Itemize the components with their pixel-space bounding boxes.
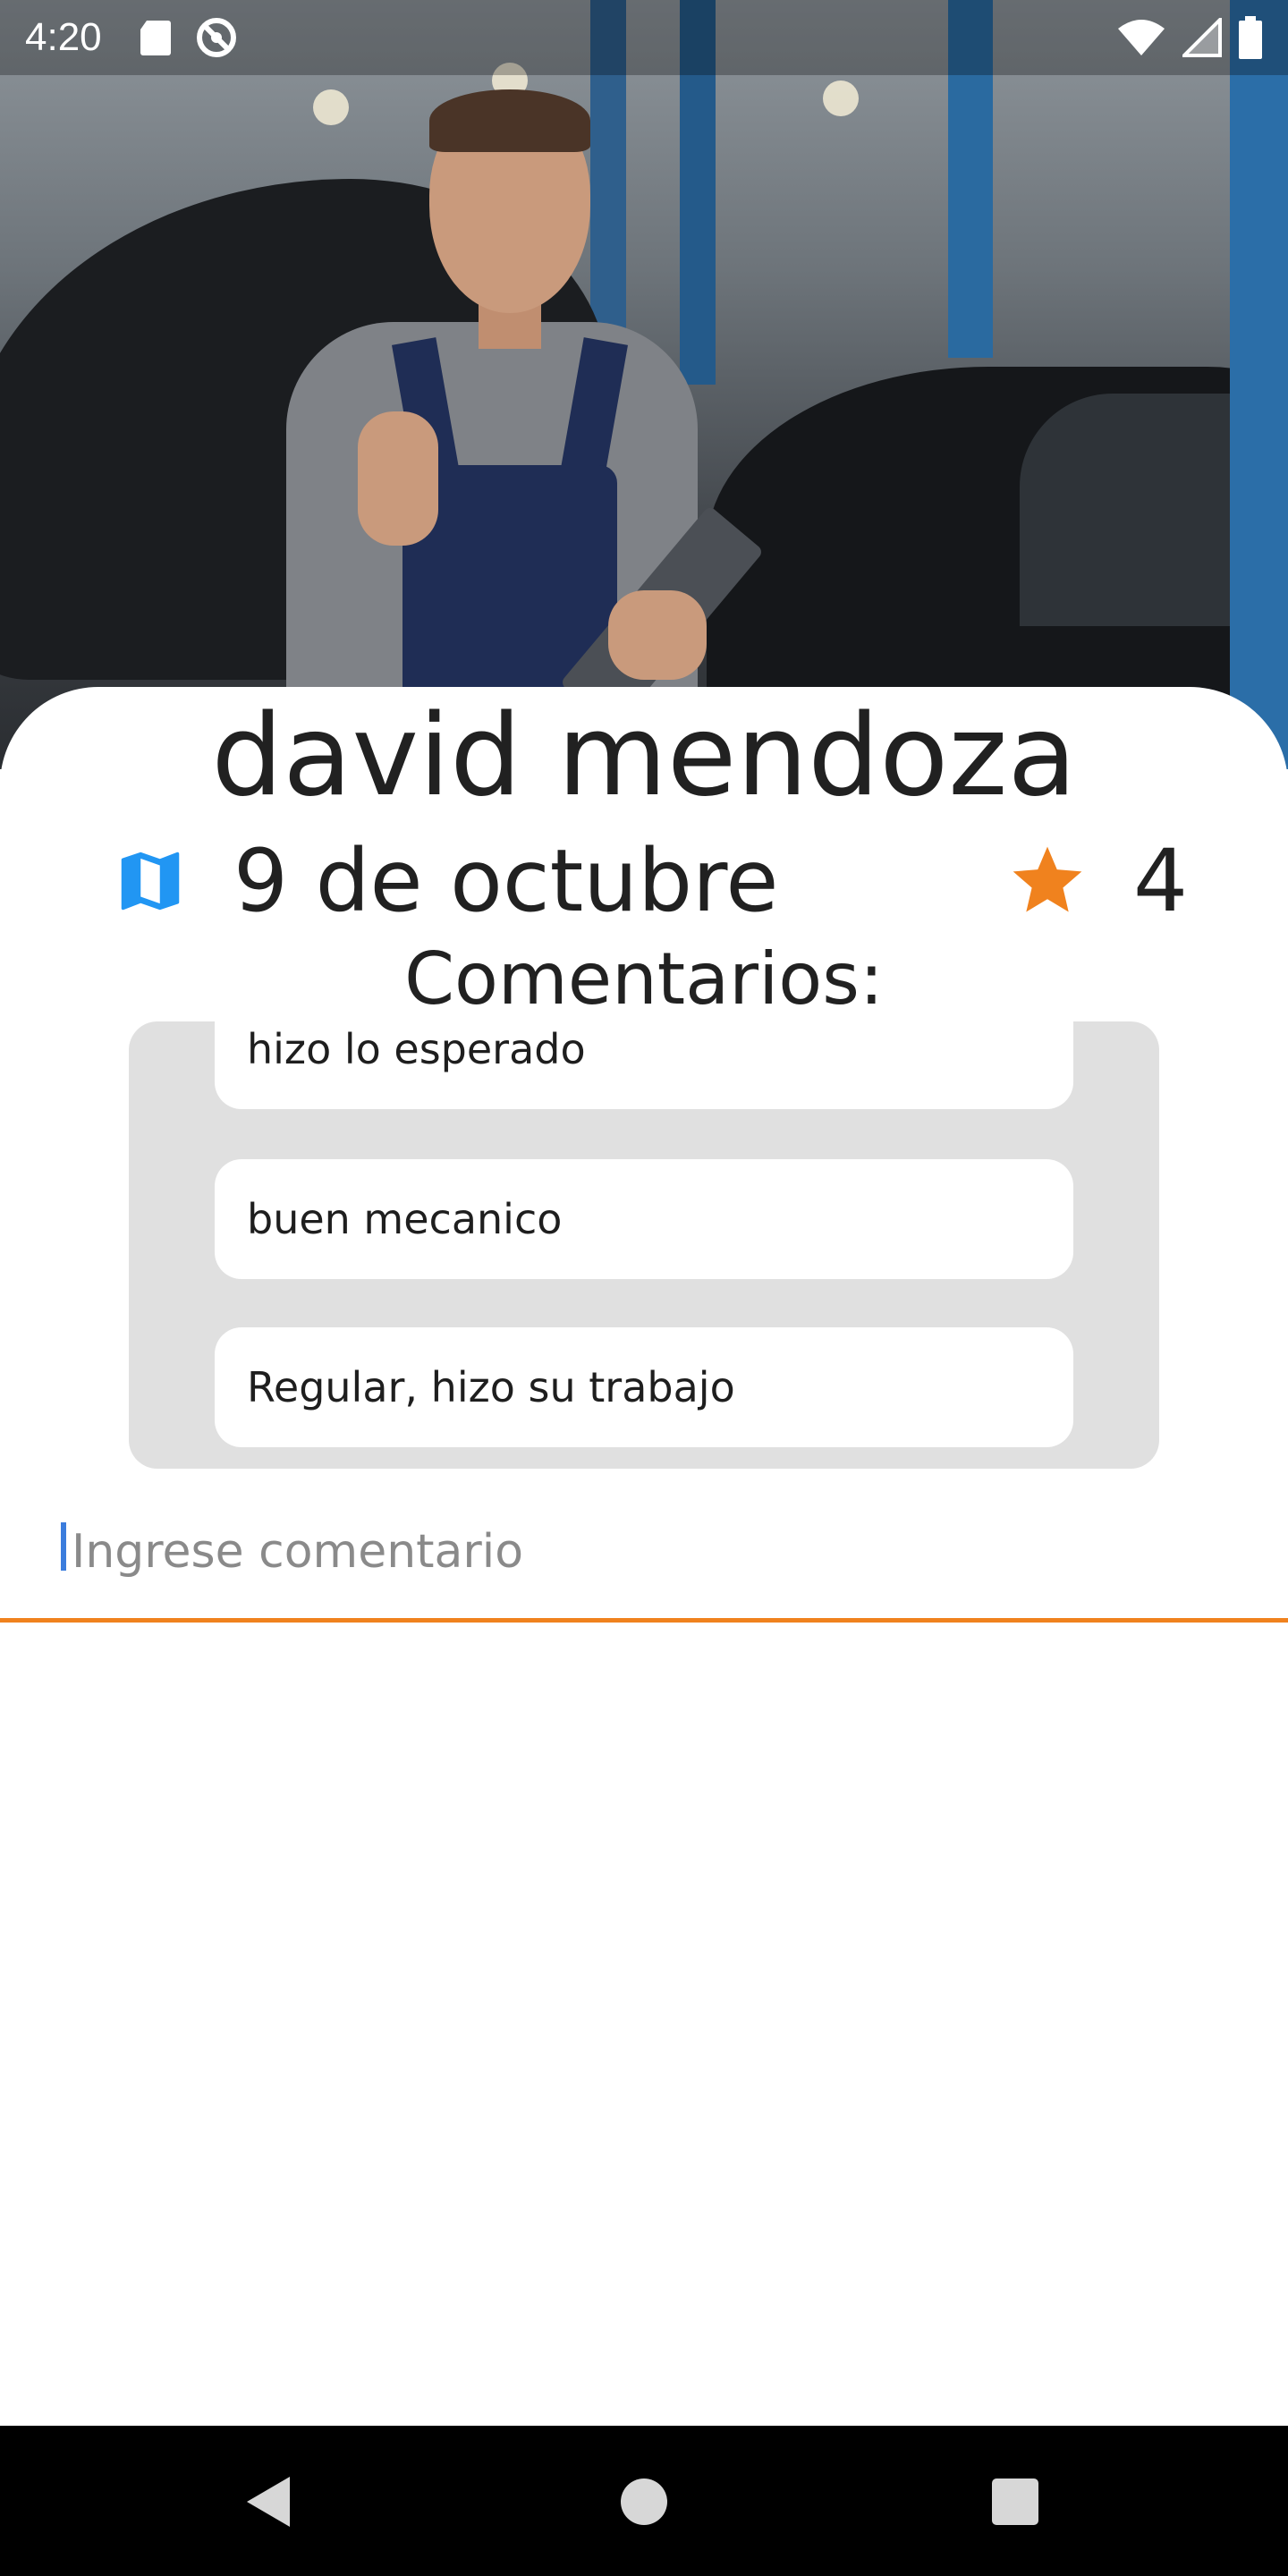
battery-icon (1239, 16, 1262, 59)
cell-signal-icon (1182, 18, 1222, 57)
status-bar: 4:20 (0, 0, 1288, 75)
home-button[interactable] (604, 2462, 684, 2542)
recents-icon (992, 2479, 1038, 2525)
comments-title: Comentarios: (404, 937, 884, 1021)
sd-card-icon (140, 21, 171, 55)
date-row: 9 de octubre (112, 831, 779, 931)
back-icon (247, 2477, 290, 2527)
status-system-icons (1116, 16, 1263, 59)
car-window (1020, 394, 1252, 626)
ceiling-light (313, 89, 349, 125)
status-notification-icons (138, 16, 238, 59)
wifi-icon (1118, 20, 1165, 55)
mechanic-hair (429, 89, 590, 152)
rating-row: 4 (1006, 831, 1189, 931)
thumbs-up-hand (358, 411, 438, 546)
home-icon (621, 2479, 667, 2525)
back-button[interactable] (228, 2462, 309, 2542)
map-icon (121, 852, 180, 911)
recents-button[interactable] (975, 2462, 1055, 2542)
comment-input[interactable] (72, 1512, 1234, 1592)
clipboard-hand (608, 590, 707, 680)
comment-item: hizo lo esperado (215, 1021, 1073, 1109)
comment-input-container[interactable] (0, 1512, 1288, 1623)
comment-item: Regular, hizo su trabajo (215, 1327, 1073, 1447)
lift-beam (1230, 0, 1288, 769)
comments-list[interactable]: hizo lo esperado buen mecanico Regular, … (129, 1021, 1159, 1469)
comment-item: buen mecanico (215, 1159, 1073, 1279)
no-disturb-icon (196, 18, 236, 57)
mechanic-name: david mendoza (211, 690, 1077, 821)
mechanic-photo (0, 0, 1288, 769)
navigation-bar (0, 2426, 1288, 2576)
ceiling-light (823, 80, 859, 116)
status-time: 4:20 (25, 15, 102, 59)
star-icon (1013, 846, 1082, 912)
text-cursor (61, 1522, 66, 1571)
rating-value: 4 (1133, 831, 1189, 931)
review-date: 9 de octubre (233, 831, 779, 931)
